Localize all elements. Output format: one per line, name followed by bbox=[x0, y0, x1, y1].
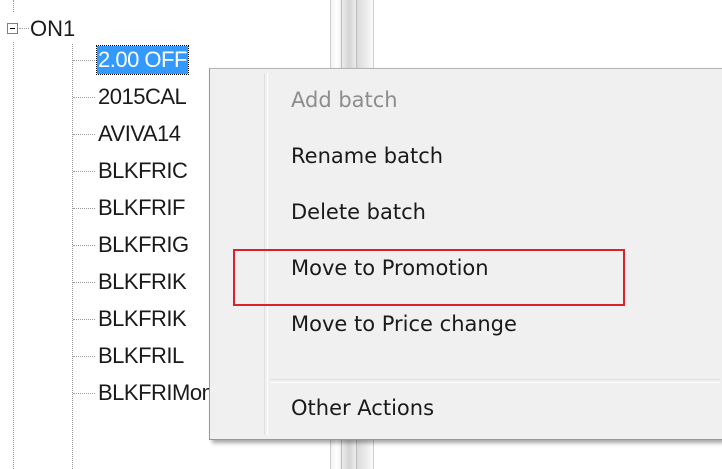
tree-connector-line bbox=[13, 0, 14, 12]
menu-item-label: Add batch bbox=[291, 88, 398, 112]
menu-item-other-actions[interactable]: Other Actions bbox=[213, 381, 720, 435]
tree-connector-line bbox=[73, 393, 95, 394]
tree-item-label: BLKFRIG bbox=[98, 232, 189, 257]
tree-connector-line bbox=[73, 134, 95, 135]
tree-item-label: AVIVA14 bbox=[98, 121, 181, 146]
tree-connector-line bbox=[73, 319, 95, 320]
menu-item-label: Rename batch bbox=[291, 144, 444, 168]
tree-connector-line bbox=[19, 28, 29, 29]
menu-item-label: Delete batch bbox=[291, 200, 426, 224]
tree-item-label: BLKFRIL bbox=[98, 343, 184, 368]
annotation-highlight-box bbox=[233, 249, 625, 306]
minus-box-icon[interactable] bbox=[7, 23, 18, 34]
menu-item-delete-batch[interactable]: Delete batch bbox=[213, 185, 720, 239]
menu-item-rename-batch[interactable]: Rename batch bbox=[213, 129, 720, 183]
tree-item-label: BLKFRIC bbox=[98, 158, 188, 183]
tree-item-label: 2.00 OFF bbox=[96, 45, 189, 75]
tree-connector-line bbox=[73, 282, 95, 283]
menu-item-label: Move to Price change bbox=[291, 312, 517, 336]
tree-item-label: BLKFRIK bbox=[98, 269, 187, 294]
tree-connector-line bbox=[13, 42, 14, 469]
tree-item-label: BLKFRIMom bbox=[98, 380, 220, 405]
menu-item-label: Other Actions bbox=[291, 396, 435, 420]
tree-connector-line bbox=[73, 208, 95, 209]
menu-item-add-batch: Add batch bbox=[213, 73, 720, 127]
tree-connector-line bbox=[73, 171, 95, 172]
tree-item-label: BLKFRIF bbox=[98, 195, 185, 220]
tree-item-label: BLKFRIK bbox=[98, 306, 187, 331]
tree-connector-line bbox=[73, 356, 95, 357]
tree-connector-line bbox=[73, 97, 95, 98]
tree-connector-line bbox=[73, 245, 95, 246]
tree-item-label: 2015CAL bbox=[98, 84, 187, 109]
tree-connector-line bbox=[73, 60, 95, 61]
tree-root-label[interactable]: ON1 bbox=[30, 16, 75, 42]
